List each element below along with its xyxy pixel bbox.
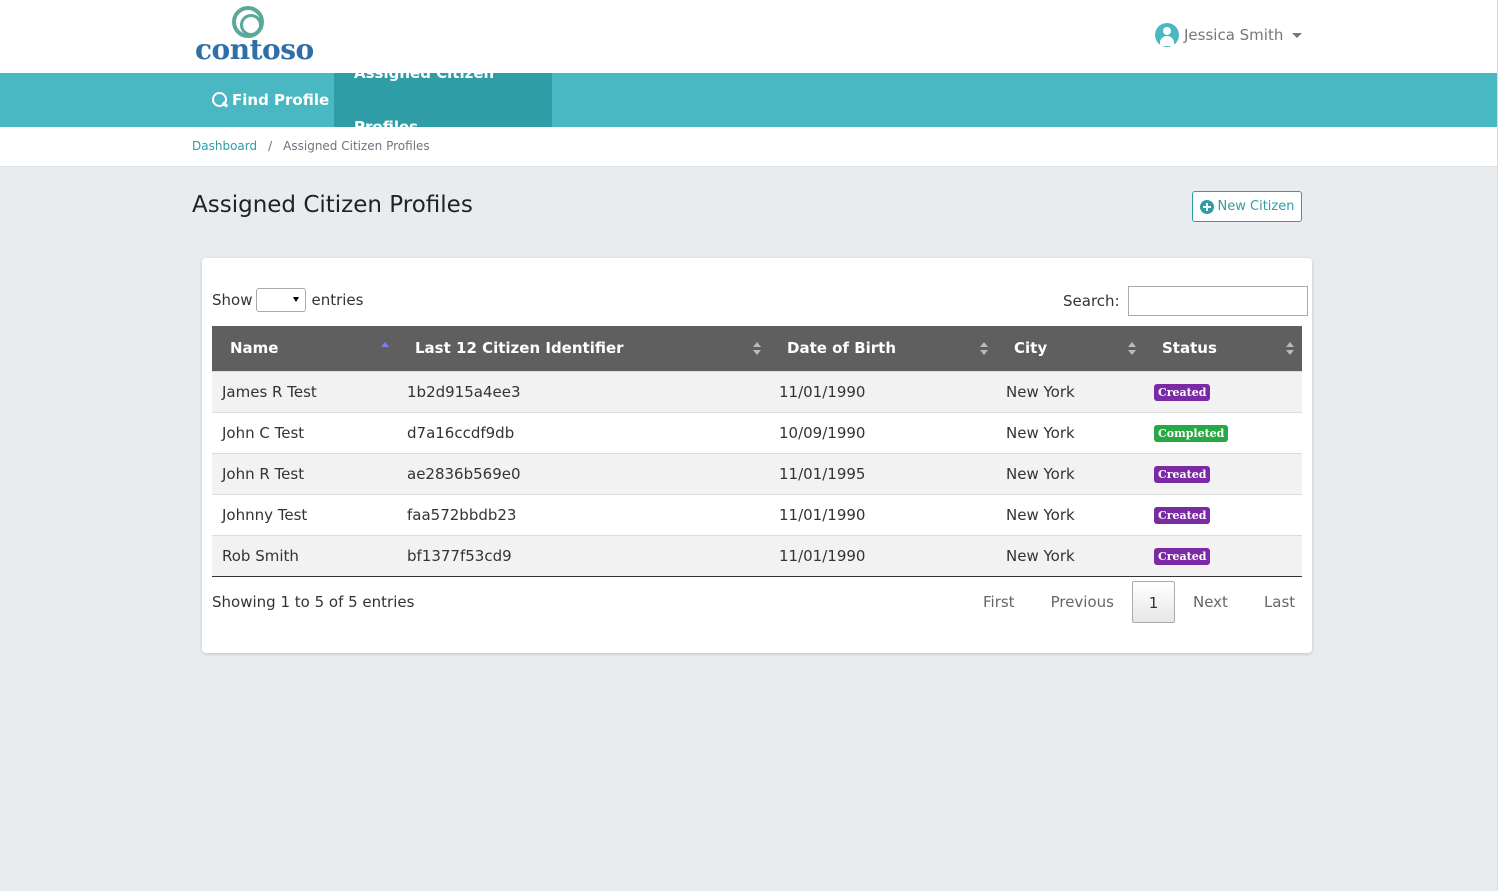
sort-icon [1128, 342, 1136, 356]
nav-assigned-citizen-profiles[interactable]: Assigned Citizen Profiles [334, 64, 552, 136]
column-header-identifier[interactable]: Last 12 Citizen Identifier [397, 326, 769, 371]
cell-city: New York [996, 370, 1144, 412]
cell-dob: 11/01/1990 [769, 493, 996, 535]
new-citizen-button[interactable]: New Citizen [1192, 191, 1302, 222]
cell-city: New York [996, 411, 1144, 453]
cell-status: Created [1144, 493, 1302, 535]
contoso-logo[interactable]: contoso [195, 6, 314, 66]
chevron-down-icon [1292, 32, 1303, 38]
cell-dob: 11/01/1990 [769, 534, 996, 577]
table-search: Search: [1063, 286, 1308, 316]
cell-dob: 11/01/1990 [769, 370, 996, 412]
breadcrumb-current: Assigned Citizen Profiles [283, 139, 430, 153]
column-header-dob[interactable]: Date of Birth [769, 326, 996, 371]
sort-icon [753, 342, 761, 356]
pagination-page-1[interactable]: 1 [1131, 581, 1175, 623]
nav-find-profile[interactable]: Find Profile [192, 73, 349, 127]
table-row[interactable]: John R Test ae2836b569e0 11/01/1995 New … [212, 452, 1302, 494]
status-badge: Created [1154, 384, 1211, 401]
cell-name: James R Test [212, 370, 397, 412]
cell-identifier: d7a16ccdf9db [397, 411, 769, 453]
breadcrumb-separator: / [268, 139, 273, 153]
cell-city: New York [996, 452, 1144, 494]
column-header-status[interactable]: Status [1144, 326, 1302, 371]
plus-circle-icon [1199, 199, 1214, 214]
search-label: Search: [1063, 292, 1120, 310]
cell-dob: 11/01/1995 [769, 452, 996, 494]
nav-find-profile-label: Find Profile [232, 91, 330, 109]
pagination-previous[interactable]: Previous [1033, 581, 1132, 623]
entries-label: entries [311, 291, 364, 309]
top-header: contoso Jessica Smith [0, 0, 1497, 73]
cell-identifier: faa572bbdb23 [397, 493, 769, 535]
citizen-profiles-table: Name Last 12 Citizen Identifier Date of … [212, 326, 1302, 577]
pagination-last[interactable]: Last [1246, 581, 1313, 623]
logo-text: contoso [195, 33, 314, 66]
pagination-next[interactable]: Next [1175, 581, 1246, 623]
main-nav: Find Profile Assigned Citizen Profiles [0, 64, 1497, 136]
cell-status: Created [1144, 370, 1302, 412]
cell-identifier: 1b2d915a4ee3 [397, 370, 769, 412]
table-row[interactable]: James R Test 1b2d915a4ee3 11/01/1990 New… [212, 370, 1302, 412]
search-input[interactable] [1127, 286, 1308, 316]
user-avatar-icon [1155, 23, 1179, 47]
show-label: Show [212, 291, 253, 309]
cell-name: Rob Smith [212, 534, 397, 577]
table-row[interactable]: Rob Smith bf1377f53cd9 11/01/1990 New Yo… [212, 534, 1302, 577]
cell-city: New York [996, 493, 1144, 535]
user-name: Jessica Smith [1184, 26, 1284, 44]
table-info: Showing 1 to 5 of 5 entries [212, 593, 415, 611]
new-citizen-label: New Citizen [1217, 199, 1295, 214]
cell-identifier: bf1377f53cd9 [397, 534, 769, 577]
sort-icon [1286, 342, 1294, 356]
cell-name: John R Test [212, 452, 397, 494]
breadcrumb-bar: Dashboard / Assigned Citizen Profiles [0, 127, 1497, 167]
column-header-name[interactable]: Name [212, 326, 397, 371]
window-scrollbar[interactable] [1497, 0, 1503, 891]
cell-city: New York [996, 534, 1144, 577]
cell-name: Johnny Test [212, 493, 397, 535]
status-badge: Completed [1154, 425, 1229, 442]
page-length-control: Show entries [212, 288, 363, 312]
cell-dob: 10/09/1990 [769, 411, 996, 453]
cell-status: Completed [1144, 411, 1302, 453]
table-row[interactable]: Johnny Test faa572bbdb23 11/01/1990 New … [212, 493, 1302, 535]
breadcrumb: Dashboard / Assigned Citizen Profiles [192, 139, 430, 153]
page-title: Assigned Citizen Profiles [192, 192, 473, 218]
cell-status: Created [1144, 452, 1302, 494]
profiles-card: Show entries Search: Name Last 12 Citize… [202, 258, 1312, 653]
table-row[interactable]: John C Test d7a16ccdf9db 10/09/1990 New … [212, 411, 1302, 453]
cell-status: Created [1144, 534, 1302, 577]
cell-identifier: ae2836b569e0 [397, 452, 769, 494]
cell-name: John C Test [212, 411, 397, 453]
status-badge: Created [1154, 507, 1211, 524]
breadcrumb-dashboard[interactable]: Dashboard [192, 139, 257, 153]
pagination: First Previous 1 Next Last [965, 581, 1313, 623]
table-header-row: Name Last 12 Citizen Identifier Date of … [212, 326, 1302, 371]
pagination-first[interactable]: First [965, 581, 1033, 623]
column-header-city[interactable]: City [996, 326, 1144, 371]
page-length-select[interactable] [256, 288, 307, 312]
search-icon [212, 92, 228, 108]
user-menu[interactable]: Jessica Smith [1155, 22, 1303, 48]
sort-ascending-icon [381, 342, 389, 347]
status-badge: Created [1154, 466, 1211, 483]
sort-icon [980, 342, 988, 356]
status-badge: Created [1154, 548, 1211, 565]
